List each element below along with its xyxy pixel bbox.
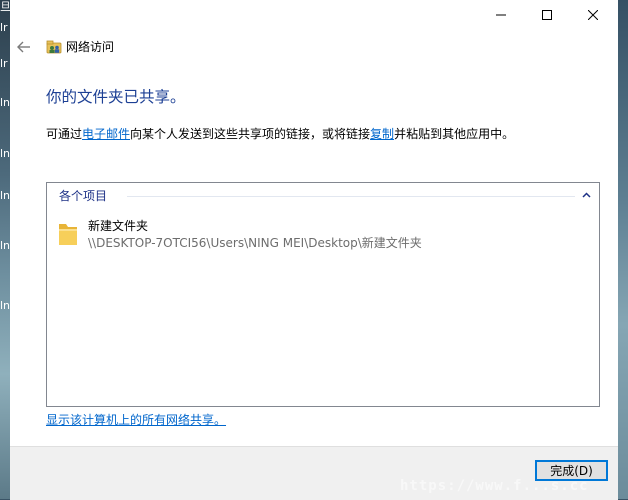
group-header-divider <box>127 196 575 197</box>
maximize-icon <box>542 10 552 20</box>
desktop-background-left: 旦 lr lr ln ln ln ln ln <box>0 0 11 499</box>
desktop-glyph: ln <box>0 299 11 312</box>
desktop-glyph: ln <box>0 147 11 160</box>
collapse-group-button[interactable] <box>579 188 593 202</box>
desktop-glyph: ln <box>0 96 11 109</box>
desktop-glyph: lr <box>0 57 8 70</box>
window-title: 网络访问 <box>66 40 115 54</box>
close-button[interactable] <box>570 0 616 30</box>
navigation-bar: 网络访问 <box>10 32 618 62</box>
network-share-icon <box>46 40 62 54</box>
desc-text-middle: 向某个人发送到这些共享项的链接，或将链接 <box>130 127 371 141</box>
network-access-dialog: 网络访问 你的文件夹已共享。 可通过电子邮件向某个人发送到这些共享项的链接，或将… <box>10 0 618 500</box>
page-heading: 你的文件夹已共享。 <box>46 88 186 106</box>
back-arrow-icon <box>17 41 30 53</box>
shared-item[interactable]: 新建文件夹 \\DESKTOP-7OTCI56\Users\NING MEI\D… <box>57 217 577 253</box>
desc-text-after: 并粘贴到其他应用中。 <box>394 127 515 141</box>
minimize-button[interactable] <box>478 0 524 30</box>
share-description: 可通过电子邮件向某个人发送到这些共享项的链接，或将链接复制并粘贴到其他应用中。 <box>46 126 514 142</box>
desktop-glyph: lr <box>0 21 8 34</box>
shared-items-panel: 各个项目 新建文件夹 \\DESKTOP-7OTCI56\Users\NING … <box>46 182 600 407</box>
title-bar <box>10 0 618 32</box>
group-header-label: 各个项目 <box>59 189 108 203</box>
chevron-up-icon <box>581 192 591 198</box>
copy-link[interactable]: 复制 <box>370 127 394 141</box>
maximize-button[interactable] <box>524 0 570 30</box>
back-button[interactable] <box>12 36 36 58</box>
desktop-glyph: ln <box>0 239 11 252</box>
item-path: \\DESKTOP-7OTCI56\Users\NING MEI\Desktop… <box>88 236 422 250</box>
close-icon <box>588 10 598 20</box>
item-name: 新建文件夹 <box>88 219 149 233</box>
minimize-icon <box>496 14 506 16</box>
desktop-background-right <box>618 0 628 499</box>
folder-icon <box>59 224 77 245</box>
desc-text-before: 可通过 <box>46 127 83 141</box>
email-link[interactable]: 电子邮件 <box>82 127 130 141</box>
desktop-glyph: ln <box>0 189 11 202</box>
watermark-text: https://www.f...s.cc <box>400 478 589 494</box>
show-all-shares-link[interactable]: 显示该计算机上的所有网络共享。 <box>46 412 226 428</box>
